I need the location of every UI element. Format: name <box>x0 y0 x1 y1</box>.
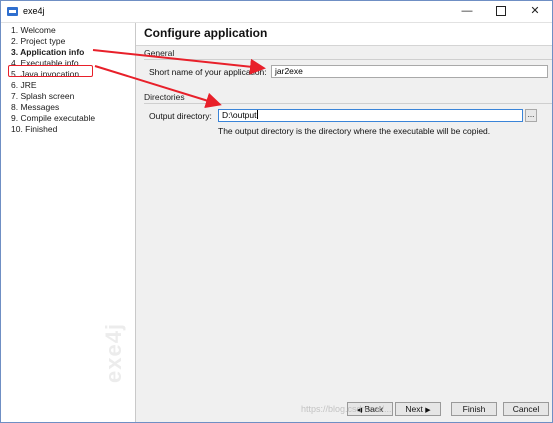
page-title: Configure application <box>144 26 268 40</box>
next-arrow-icon: ▶ <box>425 407 431 414</box>
general-section-divider <box>144 59 552 60</box>
back-button[interactable]: ◀ Back <box>347 402 393 416</box>
step-project-type[interactable]: 2. Project type <box>11 36 95 47</box>
active-step-highlight-box <box>8 65 93 77</box>
finish-button[interactable]: Finish <box>451 402 497 416</box>
back-button-label: Back <box>364 404 384 414</box>
directories-section-label: Directories <box>144 92 185 102</box>
output-directory-value: D:\output <box>222 110 257 120</box>
short-name-label: Short name of your application: <box>149 67 267 77</box>
general-section-label: General <box>144 48 175 58</box>
cancel-button[interactable]: Cancel <box>503 402 549 416</box>
next-button[interactable]: Next ▶ <box>395 402 441 416</box>
step-application-info[interactable]: 3. Application info <box>11 47 95 58</box>
maximize-button[interactable] <box>484 1 518 22</box>
window-title: exe4j <box>23 6 45 16</box>
minimize-button[interactable]: — <box>450 1 484 22</box>
wizard-steps-sidebar: 1. Welcome 2. Project type 3. Applicatio… <box>1 23 136 422</box>
step-splash-screen[interactable]: 7. Splash screen <box>11 91 95 102</box>
close-button[interactable]: ✕ <box>518 1 552 22</box>
output-directory-input[interactable]: D:\output <box>218 109 523 122</box>
step-messages[interactable]: 8. Messages <box>11 102 95 113</box>
step-finished[interactable]: 10. Finished <box>11 124 95 135</box>
exe4j-logo-watermark: exe4j <box>101 322 126 383</box>
title-bar: exe4j — ✕ <box>1 1 552 23</box>
step-welcome[interactable]: 1. Welcome <box>11 25 95 36</box>
output-directory-hint: The output directory is the directory wh… <box>218 126 491 136</box>
app-icon <box>7 7 18 16</box>
output-directory-label: Output directory: <box>149 111 212 121</box>
main-panel: Configure application General Short name… <box>136 23 552 422</box>
browse-output-directory-button[interactable]: ... <box>525 109 537 122</box>
step-jre[interactable]: 6. JRE <box>11 80 95 91</box>
exe4j-window: exe4j — ✕ 1. Welcome 2. Project type 3. … <box>0 0 553 423</box>
maximize-icon <box>496 6 506 17</box>
page-header: Configure application <box>136 23 552 46</box>
steps-list: 1. Welcome 2. Project type 3. Applicatio… <box>11 25 95 135</box>
text-caret <box>256 110 258 119</box>
short-name-input[interactable]: jar2exe <box>271 65 548 78</box>
next-button-label: Next <box>405 404 423 414</box>
step-compile-executable[interactable]: 9. Compile executable <box>11 113 95 124</box>
back-arrow-icon: ◀ <box>356 407 363 414</box>
short-name-value: jar2exe <box>275 66 303 76</box>
directories-section-divider <box>144 103 552 104</box>
